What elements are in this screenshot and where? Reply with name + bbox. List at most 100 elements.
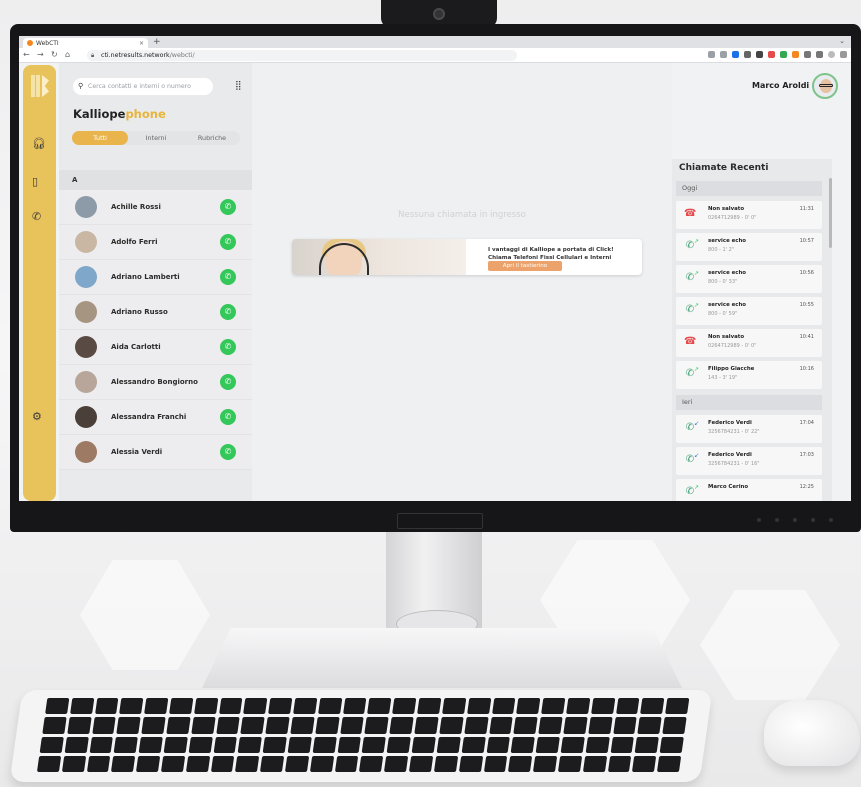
- share-icon[interactable]: [720, 51, 727, 58]
- key: [141, 717, 166, 734]
- tab-tutti[interactable]: Tutti: [72, 131, 128, 145]
- key: [392, 698, 417, 715]
- close-tab-icon[interactable]: ×: [139, 40, 144, 47]
- profile-icon[interactable]: [828, 51, 835, 58]
- list-item[interactable]: Alessandro Bongiorno ✆: [59, 365, 252, 400]
- list-item[interactable]: Adriano Lamberti ✆: [59, 260, 252, 295]
- call-detail: 3256784231 - 0' 16": [708, 461, 760, 467]
- tab-list-chevron-icon[interactable]: ⌄: [839, 37, 845, 45]
- recent-calls-title: Chiamate Recenti: [679, 163, 769, 173]
- list-item[interactable]: Adolfo Ferri ✆: [59, 225, 252, 260]
- key: [260, 755, 285, 772]
- key: [243, 698, 268, 715]
- user-name[interactable]: Marco Aroldi: [752, 81, 809, 90]
- mic-icon[interactable]: [708, 51, 715, 58]
- call-time: 10:16: [799, 366, 814, 372]
- recent-call-row[interactable]: ✆ ↙ Federico Verdi 3256784231 - 0' 16" 17:03: [676, 447, 822, 475]
- contact-name: Achille Rossi: [111, 203, 161, 211]
- phone-icon[interactable]: ✆: [220, 269, 236, 285]
- avatar: [75, 406, 97, 428]
- reload-icon[interactable]: ↻: [51, 50, 58, 59]
- search-input[interactable]: ⚲ Cerca contatti e interni o numero: [73, 78, 213, 95]
- key: [533, 755, 558, 772]
- addressbook-icon[interactable]: ▯: [32, 175, 38, 188]
- home-icon[interactable]: ⌂: [65, 50, 70, 59]
- sidebar-icon[interactable]: [816, 51, 823, 58]
- recent-call-row[interactable]: ✆ ↙ Federico Verdi 3256784231 - 0' 22" 17:04: [676, 415, 822, 443]
- phone-icon[interactable]: ✆: [220, 444, 236, 460]
- keyboard-keys: [36, 698, 690, 772]
- webcam-lens: [433, 8, 445, 20]
- key: [508, 755, 533, 772]
- phone-icon[interactable]: ✆: [220, 199, 236, 215]
- key: [441, 698, 467, 715]
- headset-icon[interactable]: 🎧︎: [32, 137, 46, 150]
- list-item[interactable]: Alessia Verdi ✆: [59, 435, 252, 470]
- key: [342, 698, 367, 715]
- puzzle-icon[interactable]: [804, 51, 811, 58]
- search-icon: ⚲: [78, 82, 84, 90]
- brand-title: Kalliopephone: [73, 107, 166, 121]
- back-icon[interactable]: ←: [23, 50, 30, 59]
- key: [541, 698, 566, 715]
- brand-main: Kalliope: [73, 107, 126, 121]
- extension-icon[interactable]: [756, 51, 763, 58]
- key: [665, 698, 690, 715]
- recent-call-row[interactable]: ✆ ↗ service echo 800 - 0' 33" 10:56: [676, 265, 822, 293]
- recent-call-row[interactable]: ✆ ↗ service echo 800 - 0' 59" 10:55: [676, 297, 822, 325]
- dialpad-icon[interactable]: ⣿: [235, 81, 242, 91]
- recent-call-row[interactable]: ☎ Non salvato 0264712989 - 0' 0" 11:31: [676, 201, 822, 229]
- call-history-icon[interactable]: ✆: [32, 210, 41, 223]
- search-placeholder: Cerca contatti e interni o numero: [88, 83, 191, 90]
- key: [163, 736, 188, 753]
- call-name: Marco Cerino: [708, 484, 749, 490]
- browser-tab[interactable]: WebCTI ×: [23, 38, 148, 48]
- key: [111, 755, 136, 772]
- key: [218, 698, 243, 715]
- call-time: 11:31: [799, 206, 814, 212]
- key: [119, 698, 144, 715]
- avatar[interactable]: [812, 73, 838, 99]
- key: [384, 755, 409, 772]
- phone-icon[interactable]: ✆: [220, 234, 236, 250]
- list-item[interactable]: Adriano Russo ✆: [59, 295, 252, 330]
- key: [510, 736, 536, 753]
- key: [210, 755, 235, 772]
- address-bar[interactable]: 🔒︎ cti.netresults.network/webcti/: [87, 50, 517, 61]
- recent-call-row[interactable]: ✆ ↗ Marco Cerino 12:25: [676, 479, 822, 501]
- key: [337, 736, 362, 753]
- phone-icon[interactable]: ✆: [220, 339, 236, 355]
- kalliope-logo: [31, 75, 49, 97]
- key: [39, 736, 64, 753]
- tab-rubriche[interactable]: Rubriche: [184, 131, 240, 145]
- forward-icon[interactable]: →: [37, 50, 44, 59]
- no-incoming-text: Nessuna chiamata in ingresso: [398, 210, 526, 220]
- recent-call-row[interactable]: ✆ ↗ service echo 800 - 1' 2" 10:57: [676, 233, 822, 261]
- alphabet-header: A: [59, 170, 252, 190]
- key: [215, 717, 241, 734]
- open-dialpad-button[interactable]: Apri il tastierino: [488, 261, 562, 271]
- extension-icon[interactable]: [768, 51, 775, 58]
- extension-icon[interactable]: [792, 51, 799, 58]
- recent-call-row[interactable]: ☎ Non salvato 0264712989 - 0' 0" 10:41: [676, 329, 822, 357]
- list-item[interactable]: Achille Rossi ✆: [59, 190, 252, 225]
- key: [94, 698, 119, 715]
- avatar: [75, 336, 97, 358]
- bookmark-star-icon[interactable]: [732, 51, 739, 58]
- list-item[interactable]: Alessandra Franchi ✆: [59, 400, 252, 435]
- phone-icon[interactable]: ✆: [220, 374, 236, 390]
- key: [36, 755, 62, 772]
- extension-icon[interactable]: [744, 51, 751, 58]
- phone-icon[interactable]: ✆: [220, 304, 236, 320]
- extension-icon[interactable]: [780, 51, 787, 58]
- recent-call-row[interactable]: ✆ ↗ Filippo Giacche 143 - 3' 19" 10:16: [676, 361, 822, 389]
- tab-interni[interactable]: Interni: [128, 131, 184, 145]
- menu-icon[interactable]: [840, 51, 847, 58]
- gear-icon[interactable]: ⚙: [32, 410, 42, 423]
- phone-icon[interactable]: ✆: [220, 409, 236, 425]
- recent-scrollbar[interactable]: [829, 178, 832, 248]
- list-item[interactable]: Aida Carlotti ✆: [59, 330, 252, 365]
- new-tab-button[interactable]: +: [153, 37, 161, 47]
- call-direction-icon: ↙: [694, 420, 700, 427]
- key: [389, 717, 414, 734]
